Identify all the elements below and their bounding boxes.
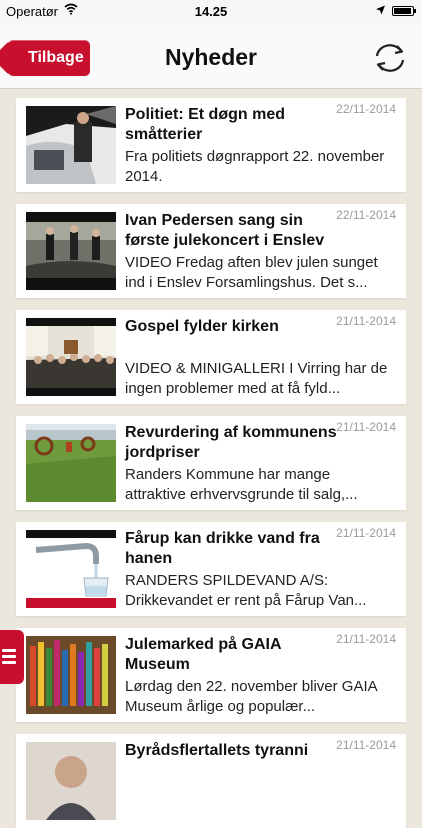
refresh-icon[interactable] <box>370 40 410 76</box>
article-thumbnail-water-tap <box>26 530 116 608</box>
page-title: Nyheder <box>164 44 258 70</box>
article-summary: VIDEO Fredag aften blev julen sunget ind… <box>125 254 378 291</box>
article-date: 22/11-2014 <box>336 102 396 116</box>
news-item[interactable]: Byrådsflertallets tyranni 21/11-2014 <box>16 734 406 828</box>
news-item[interactable]: Julemarked på GAIA Museum 21/11-2014 Lør… <box>16 628 406 722</box>
article-thumbnail-gospel <box>26 318 116 396</box>
news-item[interactable]: Ivan Pedersen sang sin første julekoncer… <box>16 204 406 298</box>
article-thumbnail-portrait <box>26 742 116 820</box>
article-summary: VIDEO & MINIGALLERI I Virring har de ing… <box>125 360 388 397</box>
article-thumbnail-land <box>26 424 116 502</box>
article-title: Fårup kan drikke vand fra hanen <box>125 530 320 567</box>
navigation-bar: Tilbage Nyheder <box>0 24 422 89</box>
article-title: Politiet: Et døgn med småtterier <box>125 106 285 143</box>
news-item[interactable]: Fårup kan drikke vand fra hanen 21/11-20… <box>16 522 406 616</box>
article-thumbnail-market <box>26 636 116 714</box>
article-summary: Lørdag den 22. november bliver GAIA Muse… <box>125 678 377 715</box>
article-summary: Fra politiets døgnrapport 22. november 2… <box>125 148 385 185</box>
battery-icon <box>392 6 416 16</box>
article-date: 22/11-2014 <box>336 208 396 222</box>
news-item[interactable]: Revurdering af kommunens jordpriser 21/1… <box>16 416 406 510</box>
side-menu-button[interactable] <box>0 630 24 684</box>
article-thumbnail-police <box>26 106 116 184</box>
news-item[interactable]: Politiet: Et døgn med småtterier 22/11-2… <box>16 98 406 192</box>
status-bar: Operatør 14.25 <box>0 0 422 24</box>
clock: 14.25 <box>194 4 228 19</box>
article-date: 21/11-2014 <box>336 420 396 434</box>
article-date: 21/11-2014 <box>336 526 396 540</box>
article-title: Ivan Pedersen sang sin første julekoncer… <box>125 212 325 249</box>
article-date: 21/11-2014 <box>336 632 396 646</box>
article-summary: Randers Kommune har mange attraktive erh… <box>125 466 358 503</box>
article-title: Gospel fylder kirken <box>125 318 279 335</box>
article-title: Byrådsflertallets tyranni <box>125 742 309 759</box>
article-thumbnail-concert <box>26 212 116 290</box>
article-title: Revurdering af kommunens jordpriser <box>125 424 337 461</box>
location-arrow-icon <box>376 5 385 15</box>
article-summary: RANDERS SPILDEVAND A/S: Drikkevandet er … <box>125 572 367 609</box>
news-item[interactable]: Gospel fylder kirken 21/11-2014 VIDEO & … <box>16 310 406 404</box>
article-date: 21/11-2014 <box>336 314 396 328</box>
article-title: Julemarked på GAIA Museum <box>125 636 281 673</box>
